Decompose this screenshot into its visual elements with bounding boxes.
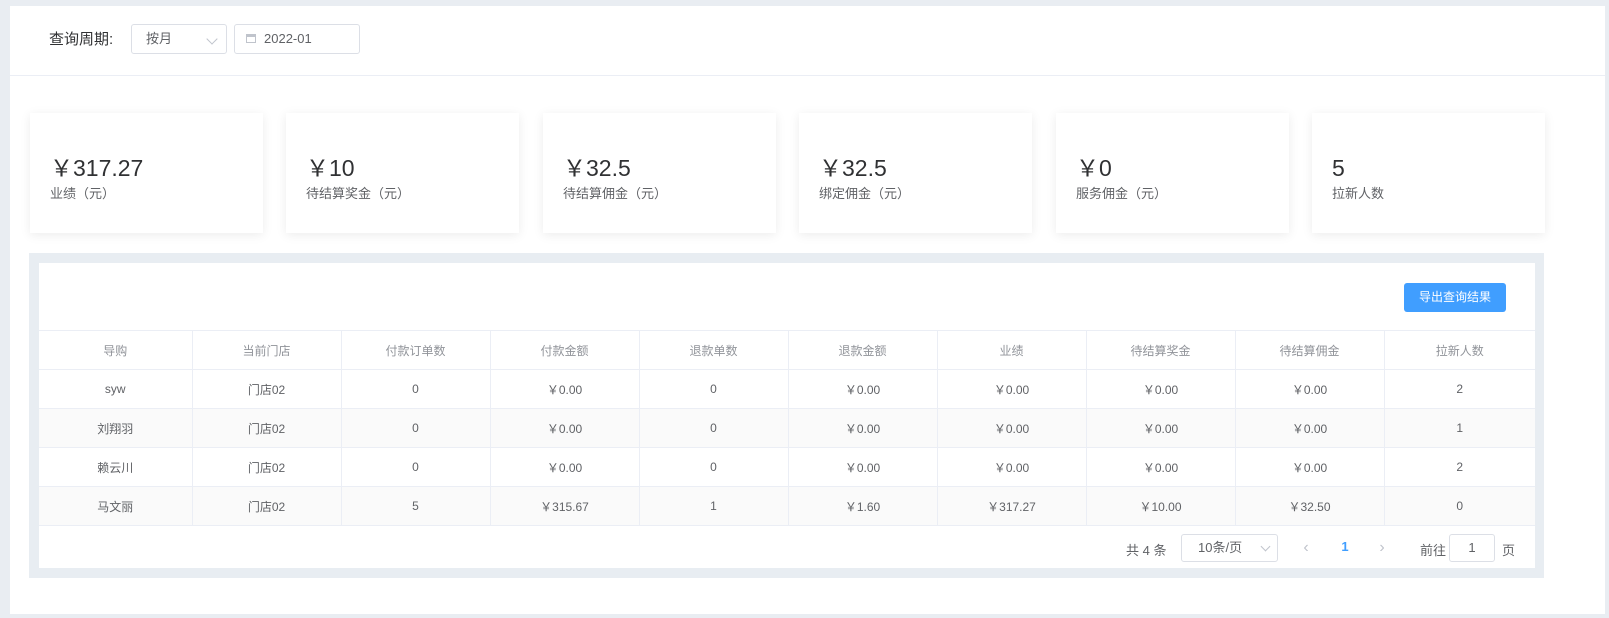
table-row: 马文丽 门店02 5 ￥315.67 1 ￥1.60 ￥317.27 ￥10.0… [39, 486, 1535, 526]
table-cell: ￥0.00 [490, 408, 640, 448]
table-cell: 1 [639, 486, 789, 526]
table-row: 刘翔羽 门店02 0 ￥0.00 0 ￥0.00 ￥0.00 ￥0.00 ￥0.… [39, 408, 1535, 448]
table-cell: ￥0.00 [788, 447, 938, 487]
table-cell: ￥0.00 [1235, 369, 1385, 409]
table-cell: 门店02 [192, 369, 342, 409]
table-cell: ￥0.00 [937, 369, 1087, 409]
table-row: syw 门店02 0 ￥0.00 0 ￥0.00 ￥0.00 ￥0.00 ￥0.… [39, 369, 1535, 409]
table-cell: ￥1.60 [788, 486, 938, 526]
next-page-button[interactable]: › [1372, 538, 1392, 558]
column-header: 付款金额 [490, 330, 640, 370]
query-period-label: 查询周期: [49, 31, 114, 48]
month-picker-value: 2022-01 [264, 31, 312, 46]
table-cell: 门店02 [192, 486, 342, 526]
table-cell: ￥0.00 [1086, 408, 1236, 448]
prev-page-button[interactable]: ‹ [1296, 538, 1316, 558]
stat-label: 业绩（元） [50, 186, 116, 201]
table-cell: ￥0.00 [788, 369, 938, 409]
column-header: 导购 [39, 330, 193, 370]
period-select[interactable]: 按月 [131, 24, 227, 54]
goto-label: 前往 [1420, 543, 1447, 558]
table-cell: ￥0.00 [937, 447, 1087, 487]
chevron-down-icon [206, 33, 218, 45]
column-header: 当前门店 [192, 330, 342, 370]
stat-value: ￥32.5 [563, 155, 631, 181]
column-header: 付款订单数 [341, 330, 491, 370]
column-header: 退款单数 [639, 330, 789, 370]
stat-card-pending-commission: ￥32.5 待结算佣金（元） [543, 113, 776, 233]
table-cell: 1 [1384, 408, 1535, 448]
stat-label: 待结算奖金（元） [306, 186, 411, 201]
table-header-row: 导购 当前门店 付款订单数 付款金额 退款单数 退款金额 业绩 待结算奖金 待结… [39, 330, 1535, 370]
table-cell: ￥0.00 [1235, 447, 1385, 487]
table-cell: ￥317.27 [937, 486, 1087, 526]
table-cell: ￥0.00 [1235, 408, 1385, 448]
table-cell: 0 [639, 447, 789, 487]
page-suffix-label: 页 [1502, 543, 1516, 558]
table-cell: 门店02 [192, 447, 342, 487]
stat-value: ￥317.27 [50, 155, 144, 181]
table-cell: 0 [341, 369, 491, 409]
stat-label: 待结算佣金（元） [563, 186, 668, 201]
stat-label: 绑定佣金（元） [819, 186, 911, 201]
table-cell: 2 [1384, 447, 1535, 487]
stat-label: 拉新人数 [1332, 186, 1385, 201]
table-cell: ￥315.67 [490, 486, 640, 526]
table-cell: ￥0.00 [788, 408, 938, 448]
table-cell: ￥32.50 [1235, 486, 1385, 526]
table-cell: syw [39, 369, 193, 409]
table-card: 导出查询结果 导购 当前门店 付款订单数 付款金额 退款单数 退款金额 业绩 待… [39, 263, 1535, 568]
calendar-icon [246, 34, 256, 43]
page-size-value: 10条/页 [1198, 540, 1243, 555]
stat-value: ￥32.5 [819, 155, 887, 181]
table-cell: 马文丽 [39, 486, 193, 526]
main-panel: 查询周期: 按月 2022-01 ￥317.27 业绩（元） ￥10 待结算奖金… [10, 6, 1605, 614]
table-cell: 门店02 [192, 408, 342, 448]
column-header: 待结算奖金 [1086, 330, 1236, 370]
table-row: 赖云川 门店02 0 ￥0.00 0 ￥0.00 ￥0.00 ￥0.00 ￥0.… [39, 447, 1535, 487]
column-header: 拉新人数 [1384, 330, 1535, 370]
chevron-down-icon [1260, 541, 1271, 552]
table-cell: ￥0.00 [490, 447, 640, 487]
export-results-button[interactable]: 导出查询结果 [1404, 283, 1506, 312]
stat-card-bound-commission: ￥32.5 绑定佣金（元） [799, 113, 1032, 233]
table-cell: 0 [1384, 486, 1535, 526]
table-cell: ￥10.00 [1086, 486, 1236, 526]
page-size-select[interactable]: 10条/页 [1181, 534, 1278, 562]
table-cell: 0 [639, 408, 789, 448]
table-cell: 赖云川 [39, 447, 193, 487]
goto-page-input[interactable]: 1 [1449, 534, 1495, 562]
column-header: 待结算佣金 [1235, 330, 1385, 370]
period-select-value: 按月 [146, 31, 173, 46]
table-cell: 5 [341, 486, 491, 526]
table-cell: 0 [639, 369, 789, 409]
pagination: 共 4 条 10条/页 ‹ 1 › 前往 1 页 [39, 533, 1535, 563]
table-cell: 0 [341, 447, 491, 487]
month-picker[interactable]: 2022-01 [234, 24, 360, 54]
stat-card-service-commission: ￥0 服务佣金（元） [1056, 113, 1289, 233]
table-cell: 2 [1384, 369, 1535, 409]
table-cell: ￥0.00 [1086, 369, 1236, 409]
page-number-current[interactable]: 1 [1335, 539, 1355, 554]
column-header: 退款金额 [788, 330, 938, 370]
stat-label: 服务佣金（元） [1076, 186, 1168, 201]
table-cell: 0 [341, 408, 491, 448]
sales-table: 导购 当前门店 付款订单数 付款金额 退款单数 退款金额 业绩 待结算奖金 待结… [39, 330, 1535, 526]
stat-value: ￥10 [306, 155, 355, 181]
table-cell: ￥0.00 [937, 408, 1087, 448]
stat-card-new-users: 5 拉新人数 [1312, 113, 1545, 233]
table-cell: ￥0.00 [1086, 447, 1236, 487]
stat-value: 5 [1332, 155, 1345, 181]
table-cell: ￥0.00 [490, 369, 640, 409]
table-section: 导出查询结果 导购 当前门店 付款订单数 付款金额 退款单数 退款金额 业绩 待… [29, 253, 1544, 578]
stat-card-performance: ￥317.27 业绩（元） [30, 113, 263, 233]
stat-card-pending-bonus: ￥10 待结算奖金（元） [286, 113, 519, 233]
filter-bar: 查询周期: 按月 2022-01 [10, 6, 1605, 76]
stat-value: ￥0 [1076, 155, 1112, 181]
table-cell: 刘翔羽 [39, 408, 193, 448]
pagination-total: 共 4 条 [1126, 543, 1167, 558]
column-header: 业绩 [937, 330, 1087, 370]
